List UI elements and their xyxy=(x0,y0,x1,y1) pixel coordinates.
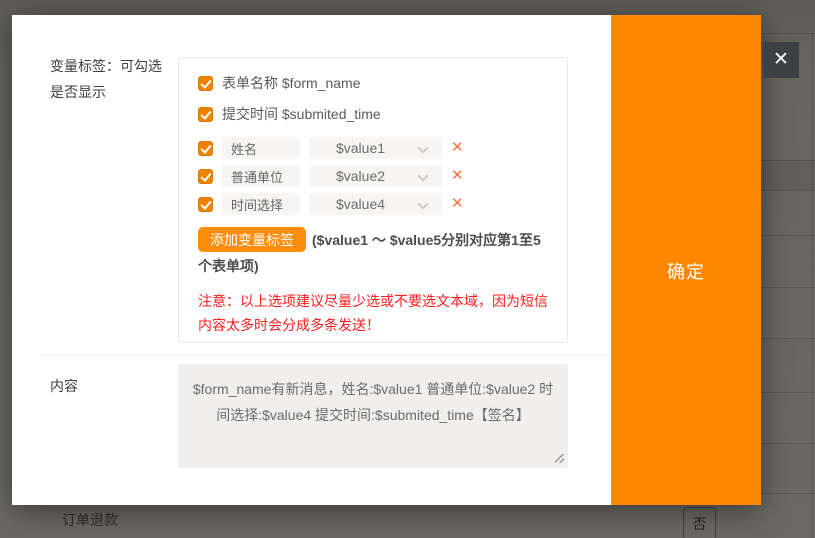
background-table-row-divider xyxy=(761,493,815,494)
remove-icon[interactable]: ✕ xyxy=(451,165,464,187)
background-table-header-band xyxy=(761,160,815,190)
variable-value-select[interactable]: $value2 xyxy=(309,165,442,187)
variable-checkbox[interactable] xyxy=(198,197,213,212)
selected-value: $value1 xyxy=(336,140,385,156)
variable-checkbox[interactable] xyxy=(198,169,213,184)
remove-icon[interactable]: ✕ xyxy=(451,193,464,215)
confirm-panel: 确定 xyxy=(611,15,761,505)
variable-value-select[interactable]: $value1 xyxy=(309,137,442,159)
sms-length-warning: 注意：以上选项建议尽量少选或不要选文本域，因为短信内容太多时会分成多条发送！ xyxy=(198,289,553,337)
background-no-button: 否 xyxy=(683,507,716,538)
add-variable-button[interactable]: 添加变量标签 xyxy=(198,227,306,252)
background-table-row-divider xyxy=(761,235,815,236)
variable-name-input[interactable] xyxy=(222,193,300,215)
fixed-option-row: 表单名称 $form_name xyxy=(198,75,553,91)
variables-section-label: 变量标签：可勾选是否显示 xyxy=(50,53,166,105)
background-table-row-divider xyxy=(761,443,815,444)
selected-value: $value4 xyxy=(336,196,385,212)
chevron-down-icon xyxy=(417,198,428,209)
section-divider xyxy=(40,355,606,356)
chevron-down-icon xyxy=(417,142,428,153)
variable-checkbox[interactable] xyxy=(198,141,213,156)
variables-box: 表单名称 $form_name 提交时间 $submited_time $val… xyxy=(178,57,568,343)
background-table-row-divider xyxy=(761,33,815,34)
content-field-wrapper: $form_name有新消息，姓名:$value1 普通单位:$value2 时… xyxy=(178,364,568,468)
variable-name-input[interactable] xyxy=(222,165,300,187)
background-table-row-divider xyxy=(761,287,815,288)
close-icon: ✕ xyxy=(773,49,789,70)
content-section-label: 内容 xyxy=(50,373,78,399)
add-variable-row: 添加变量标签($value1 ～ $value5分别对应第1至5个表单项) xyxy=(198,227,553,279)
background-table-row-divider xyxy=(761,338,815,339)
fixed-option-row: 提交时间 $submited_time xyxy=(198,106,553,122)
fixed-option-label: 表单名称 $form_name xyxy=(222,73,360,93)
textarea-resize-handle[interactable] xyxy=(555,454,564,463)
fixed-option-label: 提交时间 $submited_time xyxy=(222,104,381,124)
sms-content-textarea[interactable]: $form_name有新消息，姓名:$value1 普通单位:$value2 时… xyxy=(178,364,568,468)
variable-value-select[interactable]: $value4 xyxy=(309,193,442,215)
selected-value: $value2 xyxy=(336,168,385,184)
background-table-border xyxy=(812,33,813,538)
close-button[interactable]: ✕ xyxy=(763,42,799,78)
form-name-checkbox[interactable] xyxy=(198,76,213,91)
submit-time-checkbox[interactable] xyxy=(198,107,213,122)
sms-variable-dialog: 变量标签：可勾选是否显示 表单名称 $form_name 提交时间 $submi… xyxy=(12,15,761,505)
background-table-row-divider xyxy=(761,160,815,161)
chevron-down-icon xyxy=(417,170,428,181)
variable-name-input[interactable] xyxy=(222,137,300,159)
variable-row: $value4 ✕ xyxy=(198,193,553,215)
background-table-row-divider xyxy=(761,392,815,393)
variable-row: $value2 ✕ xyxy=(198,165,553,187)
modal-backdrop[interactable]: 订单退款 否 变量标签：可勾选是否显示 表单名称 $form_name 提交时间… xyxy=(0,0,815,538)
variable-row: $value1 ✕ xyxy=(198,137,553,159)
background-row-label: 订单退款 xyxy=(62,510,118,530)
confirm-button[interactable]: 确定 xyxy=(611,258,761,284)
background-table-row-divider xyxy=(761,190,815,191)
remove-icon[interactable]: ✕ xyxy=(451,137,464,159)
